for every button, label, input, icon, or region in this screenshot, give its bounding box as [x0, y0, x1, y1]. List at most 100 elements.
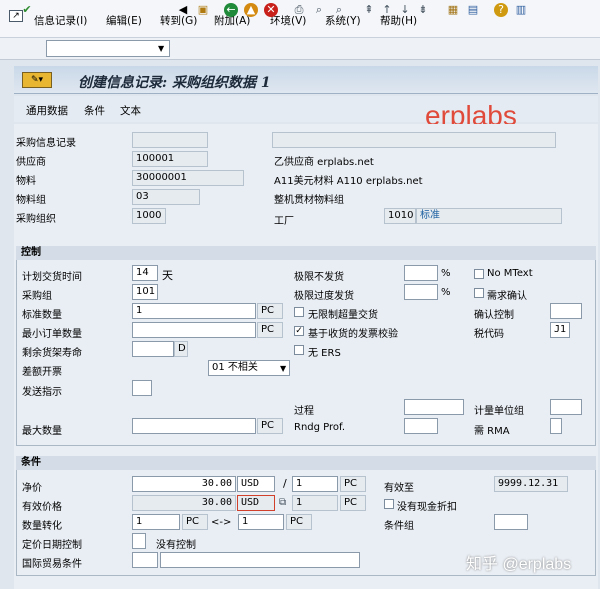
gr-iv-checkbox[interactable]: ✓: [294, 326, 304, 336]
layout-icon[interactable]: ▦: [446, 3, 460, 17]
eff-price-field: 30.00: [132, 495, 236, 511]
qty-conv-right-unit: PC: [286, 514, 312, 530]
qty-conv-label: 数量转化: [22, 521, 62, 532]
no-mtext-checkbox[interactable]: [474, 269, 484, 279]
price-date-field[interactable]: [132, 533, 146, 549]
diff-invoice-dropdown-icon[interactable]: ▼: [280, 364, 286, 373]
general-data-button[interactable]: 通用数据: [26, 103, 68, 118]
copy-icon[interactable]: ⧉: [279, 497, 286, 508]
exit-icon[interactable]: ▲: [244, 3, 258, 17]
next-page-icon[interactable]: ↓: [398, 3, 412, 17]
std-qty-unit: PC: [257, 303, 283, 319]
eff-price-currency[interactable]: USD: [237, 495, 275, 511]
over-tol-label: 极限过度发货: [294, 291, 354, 302]
rndg-field[interactable]: [404, 418, 438, 434]
material-group-label: 物料组: [16, 195, 46, 206]
purch-group-label: 采购组: [22, 291, 52, 302]
uom-group-label: 计量单位组: [474, 406, 524, 417]
process-label: 过程: [294, 406, 314, 417]
cond-group-field[interactable]: [494, 514, 528, 530]
enter-icon[interactable]: ✔: [20, 3, 34, 17]
conf-ctrl-field[interactable]: [550, 303, 582, 319]
std-qty-label: 标准数量: [22, 310, 62, 321]
save-icon[interactable]: ▣: [196, 3, 210, 17]
incoterms-label: 国际贸易条件: [22, 559, 82, 570]
shelf-life-unit: D: [174, 341, 188, 357]
cond-group-label: 条件组: [384, 521, 414, 532]
conf-ctrl-label: 确认控制: [474, 310, 514, 321]
ship-instr-label: 发送指示: [22, 387, 62, 398]
plan-deliv-field[interactable]: 14: [132, 265, 158, 281]
last-page-icon[interactable]: ⇟: [416, 3, 430, 17]
menu-edit[interactable]: 编辑(E): [106, 13, 142, 28]
material-field: 30000001: [132, 170, 244, 186]
qty-conv-left-field[interactable]: 1: [132, 514, 180, 530]
under-tol-field[interactable]: [404, 265, 438, 281]
max-qty-field[interactable]: [132, 418, 256, 434]
vendor-label: 供应商: [16, 157, 46, 168]
back-icon[interactable]: ←: [224, 3, 238, 17]
print-icon[interactable]: ⎙: [292, 3, 306, 17]
conditions-button[interactable]: 条件: [84, 103, 105, 118]
min-qty-field[interactable]: [132, 322, 256, 338]
net-price-label: 净价: [22, 483, 42, 494]
net-price-currency[interactable]: USD: [237, 476, 275, 492]
max-qty-unit: PC: [257, 418, 283, 434]
material-group-desc: 整机贯材物料组: [274, 195, 344, 206]
info-record-field: [132, 132, 208, 148]
qty-conv-left-unit: PC: [182, 514, 208, 530]
rndg-label: Rndg Prof.: [294, 422, 345, 433]
ack-req-label: 需求确认: [487, 291, 527, 302]
eff-price-unit-uom: PC: [340, 495, 366, 511]
find-icon[interactable]: ⌕: [312, 3, 326, 17]
plan-deliv-label: 计划交货时间: [22, 272, 82, 283]
qty-conv-right-field[interactable]: 1: [238, 514, 284, 530]
incoterms-desc-field[interactable]: [160, 552, 360, 568]
no-cash-disc-checkbox[interactable]: [384, 499, 394, 509]
tax-code-field[interactable]: J1: [550, 322, 570, 338]
control-section-title: 控制: [16, 246, 596, 260]
incoterms-field[interactable]: [132, 552, 158, 568]
min-qty-unit: PC: [257, 322, 283, 338]
command-dropdown-icon[interactable]: ▼: [158, 44, 164, 53]
info-record-label: 采购信息记录: [16, 138, 76, 149]
help-icon[interactable]: ?: [494, 3, 508, 17]
price-unit-field[interactable]: 1: [292, 476, 338, 492]
shortcut-icon[interactable]: ▤: [466, 3, 480, 17]
purch-group-field[interactable]: 101: [132, 284, 158, 300]
first-page-icon[interactable]: ⇞: [362, 3, 376, 17]
texts-button[interactable]: 文本: [120, 103, 141, 118]
ship-instr-field[interactable]: [132, 380, 152, 396]
no-ers-label: 无 ERS: [308, 348, 341, 359]
over-tol-unit: %: [441, 287, 451, 298]
shelf-life-label: 剩余货架寿命: [22, 348, 82, 359]
gr-iv-label: 基于收货的发票校验: [308, 329, 398, 340]
unlimited-checkbox[interactable]: [294, 307, 304, 317]
purch-org-label: 采购组织: [16, 214, 56, 225]
display-change-icon[interactable]: ✎▾: [22, 72, 52, 88]
material-group-field: 03: [132, 189, 200, 205]
uom-group-field[interactable]: [550, 399, 582, 415]
cancel-icon[interactable]: ✕: [264, 3, 278, 17]
ack-req-checkbox[interactable]: [474, 288, 484, 298]
std-qty-field[interactable]: 1: [132, 303, 256, 319]
no-mtext-label: No MText: [487, 268, 533, 279]
vendor-desc: 乙供应商 erplabs.net: [274, 157, 374, 168]
shelf-life-field[interactable]: [132, 341, 174, 357]
diff-invoice-select[interactable]: 01 不相关: [208, 360, 290, 376]
rma-field[interactable]: [550, 418, 562, 434]
command-field[interactable]: [46, 40, 170, 57]
watermark-zhihu: 知乎 @erplabs: [466, 556, 572, 573]
net-price-field[interactable]: 30.00: [132, 476, 236, 492]
valid-to-label: 有效至: [384, 483, 414, 494]
back-nav-icon[interactable]: ◀: [176, 3, 190, 17]
no-ers-checkbox[interactable]: [294, 345, 304, 355]
customize-icon[interactable]: ▥: [514, 3, 528, 17]
process-field[interactable]: [404, 399, 464, 415]
under-tol-unit: %: [441, 268, 451, 279]
find-next-icon[interactable]: ⌕: [332, 3, 346, 17]
prev-page-icon[interactable]: ↑: [380, 3, 394, 17]
eff-price-unit-field: 1: [292, 495, 338, 511]
menu-info-record[interactable]: 信息记录(I): [34, 13, 87, 28]
over-tol-field[interactable]: [404, 284, 438, 300]
